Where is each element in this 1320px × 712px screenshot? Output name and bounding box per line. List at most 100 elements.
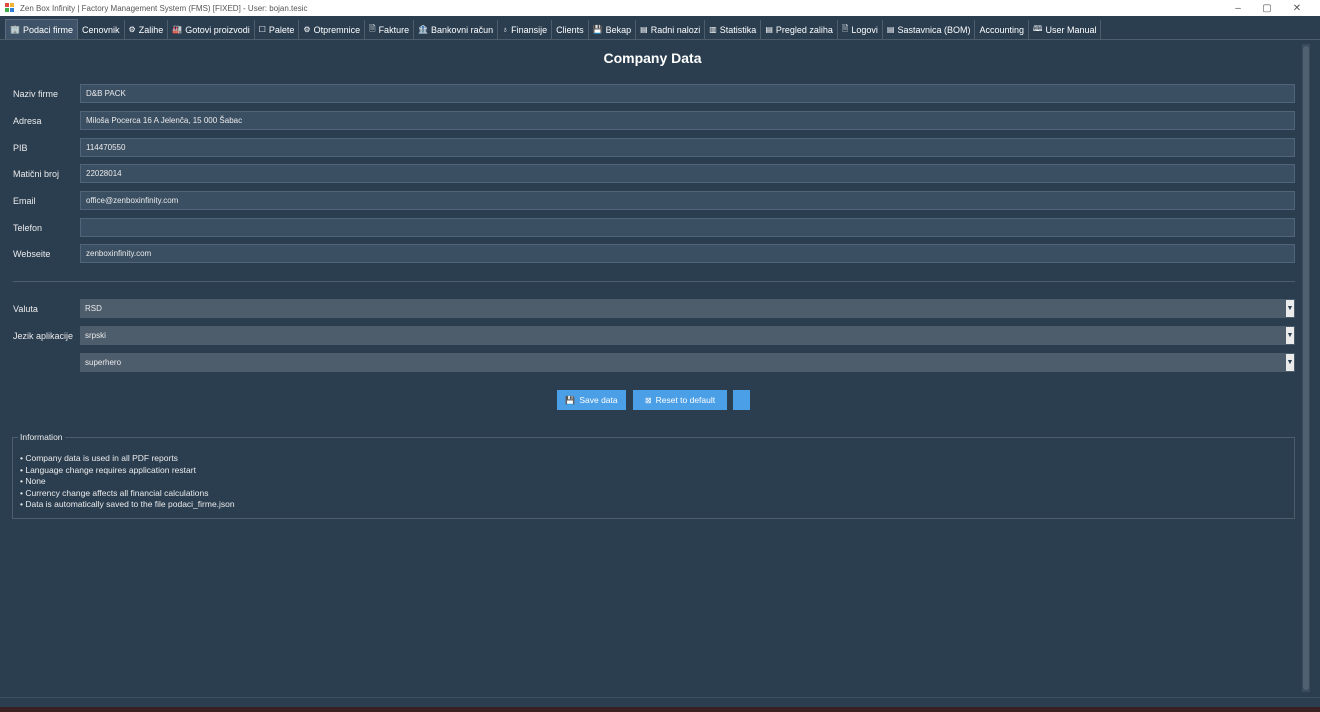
tab-podaci-firme[interactable]: 🏢 Podaci firme <box>5 19 78 39</box>
tab-palete[interactable]: ☐ Palete <box>255 20 300 39</box>
tab-bar: 🏢 Podaci firme Cenovnik ⚙ Zalihe 🏭 Gotovi p… <box>0 19 1320 40</box>
label-email: Email <box>13 196 36 206</box>
label-telefon: Telefon <box>13 223 43 233</box>
email-field[interactable]: office@zenboxinfinity.com <box>80 191 1295 210</box>
pib-field[interactable]: 114470550 <box>80 138 1295 157</box>
telefon-field[interactable] <box>80 218 1295 237</box>
info-line: • Currency change affects all financial … <box>20 487 209 498</box>
clipboard-icon: ▤ <box>765 25 773 34</box>
tab-accounting[interactable]: Accounting <box>975 20 1030 39</box>
maximize-button[interactable]: ▢ <box>1254 0 1280 16</box>
tab-bekap[interactable]: 💾 Bekap <box>589 20 637 39</box>
tab-label: User Manual <box>1045 24 1097 35</box>
information-legend: Information <box>18 432 65 442</box>
scrollbar-thumb[interactable] <box>1303 46 1309 690</box>
tab-pregled-zaliha[interactable]: ▤ Pregled zaliha <box>761 20 838 39</box>
currency-value: RSD <box>85 304 102 313</box>
clipboard-icon: ▤ <box>886 25 895 34</box>
window-title-bar: Zen Box Infinity | Factory Management Sy… <box>0 0 1320 16</box>
factory-icon: 🏭 <box>172 25 183 34</box>
chevron-down-icon[interactable]: ▼ <box>1286 354 1294 371</box>
label-maticni-broj: Matični broj <box>13 169 60 179</box>
section-divider <box>13 281 1295 282</box>
information-list: • Company data is used in all PDF report… <box>20 453 235 511</box>
minimize-button[interactable]: – <box>1225 0 1251 16</box>
bank-icon: 🏦 <box>418 25 429 34</box>
book-icon: 🕮 <box>1033 23 1043 33</box>
label-valuta: Valuta <box>13 304 38 314</box>
document-icon: 🗎 <box>369 23 376 33</box>
tab-zalihe[interactable]: ⚙ Zalihe <box>125 20 169 39</box>
tab-radni-nalozi[interactable]: ▤ Radni nalozi <box>636 20 706 39</box>
square-icon: ☐ <box>258 25 266 34</box>
tab-label: Fakture <box>378 24 410 35</box>
chevron-down-icon[interactable]: ▼ <box>1286 300 1294 317</box>
tab-label: Palete <box>268 24 295 35</box>
window-title: Zen Box Infinity | Factory Management Sy… <box>20 3 308 13</box>
tab-clients[interactable]: Clients <box>552 20 589 39</box>
tab-label: Finansije <box>511 24 548 35</box>
tab-label: Logovi <box>851 24 878 35</box>
tab-user-manual[interactable]: 🕮 User Manual <box>1029 20 1102 39</box>
save-button-label: Save data <box>579 395 618 405</box>
tab-cenovnik[interactable]: Cenovnik <box>78 20 125 39</box>
info-line: • Language change requires application r… <box>20 464 196 475</box>
theme-select[interactable]: superhero ▼ <box>80 353 1295 372</box>
theme-value: superhero <box>85 358 122 367</box>
label-webseite: Webseite <box>13 249 51 259</box>
page-title: Company Data <box>603 50 702 66</box>
close-button[interactable]: ✕ <box>1284 0 1310 16</box>
tab-bankovni-racun[interactable]: 🏦 Bankovni račun <box>414 20 499 39</box>
vertical-scrollbar[interactable] <box>1302 44 1310 692</box>
tab-label: Gotovi proizvodi <box>185 24 250 35</box>
app-logo-icon <box>5 3 15 13</box>
money-icon: ♁ <box>502 25 509 34</box>
naziv-firme-field[interactable]: D&B PACK <box>80 84 1295 103</box>
label-pib: PIB <box>13 143 28 153</box>
currency-select[interactable]: RSD ▼ <box>80 299 1295 318</box>
label-naziv-firme: Naziv firme <box>13 89 59 99</box>
extra-button[interactable] <box>733 390 750 410</box>
tab-label: Clients <box>556 24 584 35</box>
adresa-field[interactable]: Miloša Pocerca 16 A Jelenča, 15 000 Šaba… <box>80 111 1295 130</box>
tab-label: Bankovni račun <box>431 24 494 35</box>
reset-button[interactable]: ⊠ Reset to default <box>633 390 727 410</box>
tab-label: Statistika <box>719 24 757 35</box>
clipboard-icon: ▤ <box>640 25 648 34</box>
tab-label: Bekap <box>605 24 632 35</box>
company-data-panel: Company Data Naziv firme D&B PACK Adresa… <box>5 41 1300 697</box>
save-button[interactable]: 💾 Save data <box>557 390 626 410</box>
language-select[interactable]: srpski ▼ <box>80 326 1295 345</box>
label-adresa: Adresa <box>13 116 42 126</box>
tab-label: Cenovnik <box>82 24 120 35</box>
webseite-field[interactable]: zenboxinfinity.com <box>80 244 1295 263</box>
tab-logovi[interactable]: 🗎 Logovi <box>838 20 883 39</box>
taskbar-strip <box>0 707 1320 712</box>
tab-label: Accounting <box>979 24 1025 35</box>
tab-statistika[interactable]: ▥ Statistika <box>705 20 762 39</box>
reset-button-label: Reset to default <box>655 395 716 405</box>
label-jezik: Jezik aplikacije <box>13 331 74 341</box>
maticni-broj-field[interactable]: 22028014 <box>80 164 1295 183</box>
tab-gotovi-proizvodi[interactable]: 🏭 Gotovi proizvodi <box>168 20 255 39</box>
tab-fakture[interactable]: 🗎 Fakture <box>365 20 415 39</box>
tab-label: Sastavnica (BOM) <box>897 24 971 35</box>
reset-icon: ⊠ <box>644 395 652 405</box>
chevron-down-icon[interactable]: ▼ <box>1286 327 1294 344</box>
info-line: • None <box>20 476 46 486</box>
language-value: srpski <box>85 331 106 340</box>
tab-finansije[interactable]: ♁ Finansije <box>498 20 553 39</box>
tab-sastavnica[interactable]: ▤ Sastavnica (BOM) <box>883 20 976 39</box>
gear-icon: ⚙ <box>303 25 311 34</box>
information-group: Information • Company data is used in al… <box>12 432 1295 519</box>
tab-otpremnice[interactable]: ⚙ Otpremnice <box>299 20 366 39</box>
info-line: • Data is automatically saved to the fil… <box>20 499 235 509</box>
tab-label: Radni nalozi <box>650 24 701 35</box>
gear-icon: ⚙ <box>128 25 136 34</box>
tab-label: Zalihe <box>138 24 164 35</box>
save-icon: 💾 <box>592 25 603 34</box>
tab-label: Pregled zaliha <box>775 24 833 35</box>
document-icon: 🗎 <box>841 23 849 33</box>
info-line: • Company data is used in all PDF report… <box>20 453 178 463</box>
tab-label: Podaci firme <box>22 24 73 35</box>
